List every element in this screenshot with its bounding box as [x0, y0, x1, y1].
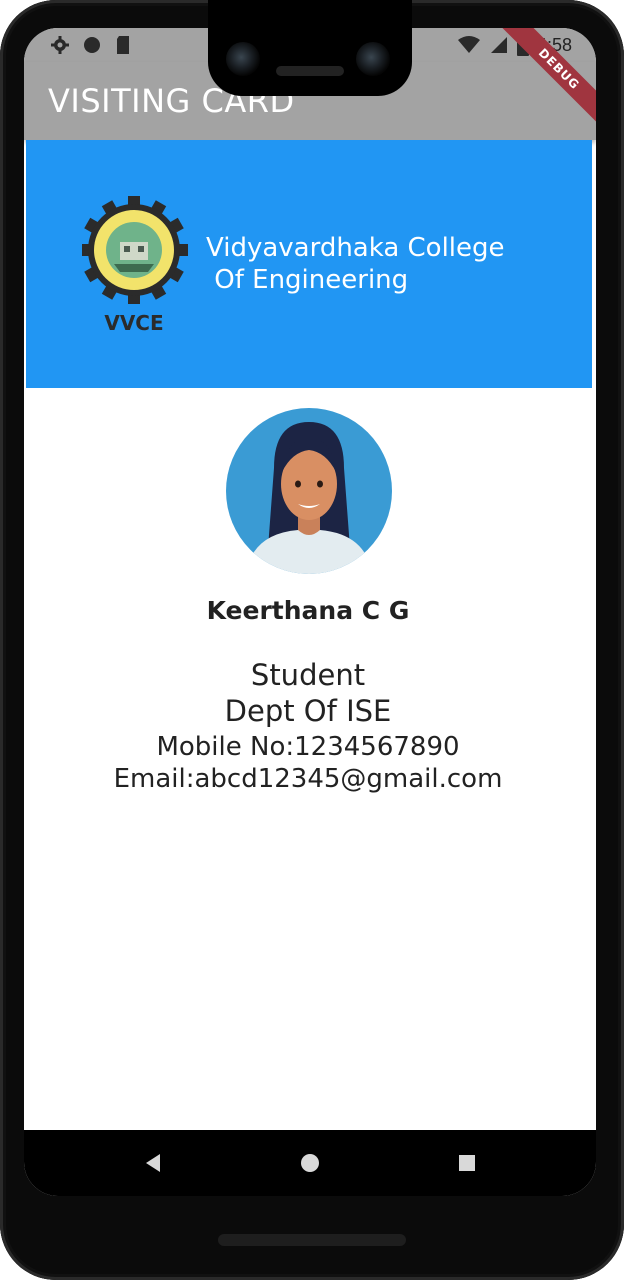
college-logo: VVCE [82, 196, 188, 335]
phone-frame: 4:58 VISITING CARD DEBUG VVCE Vidyavardh… [0, 0, 624, 1280]
mobile-text: Mobile No:1234567890 [156, 732, 460, 762]
front-sensor-icon [356, 42, 390, 76]
college-logo-text: VVCE [104, 311, 163, 335]
sd-card-icon [117, 36, 129, 54]
avatar [226, 408, 392, 574]
front-camera-icon [226, 42, 260, 76]
person-name: Keerthana C G [206, 596, 410, 625]
email-text: Email:abcd12345@gmail.com [113, 764, 503, 794]
bottom-speaker [218, 1234, 406, 1246]
navigation-bar [24, 1130, 596, 1196]
wifi-icon [457, 36, 480, 53]
back-icon[interactable] [140, 1150, 166, 1176]
circle-icon [84, 37, 100, 53]
department-text: Dept Of ISE [224, 694, 392, 728]
college-header: VVCE Vidyavardhaka College Of Engineerin… [26, 140, 592, 388]
college-name: Vidyavardhaka College Of Engineering [206, 233, 505, 295]
signal-icon [490, 37, 507, 53]
screen: 4:58 VISITING CARD DEBUG VVCE Vidyavardh… [24, 28, 596, 1196]
role-text: Student [250, 658, 366, 692]
earpiece-speaker [276, 66, 344, 76]
camera-notch [208, 0, 412, 96]
recents-icon[interactable] [454, 1150, 480, 1176]
home-icon[interactable] [297, 1150, 323, 1176]
settings-icon [51, 36, 69, 54]
